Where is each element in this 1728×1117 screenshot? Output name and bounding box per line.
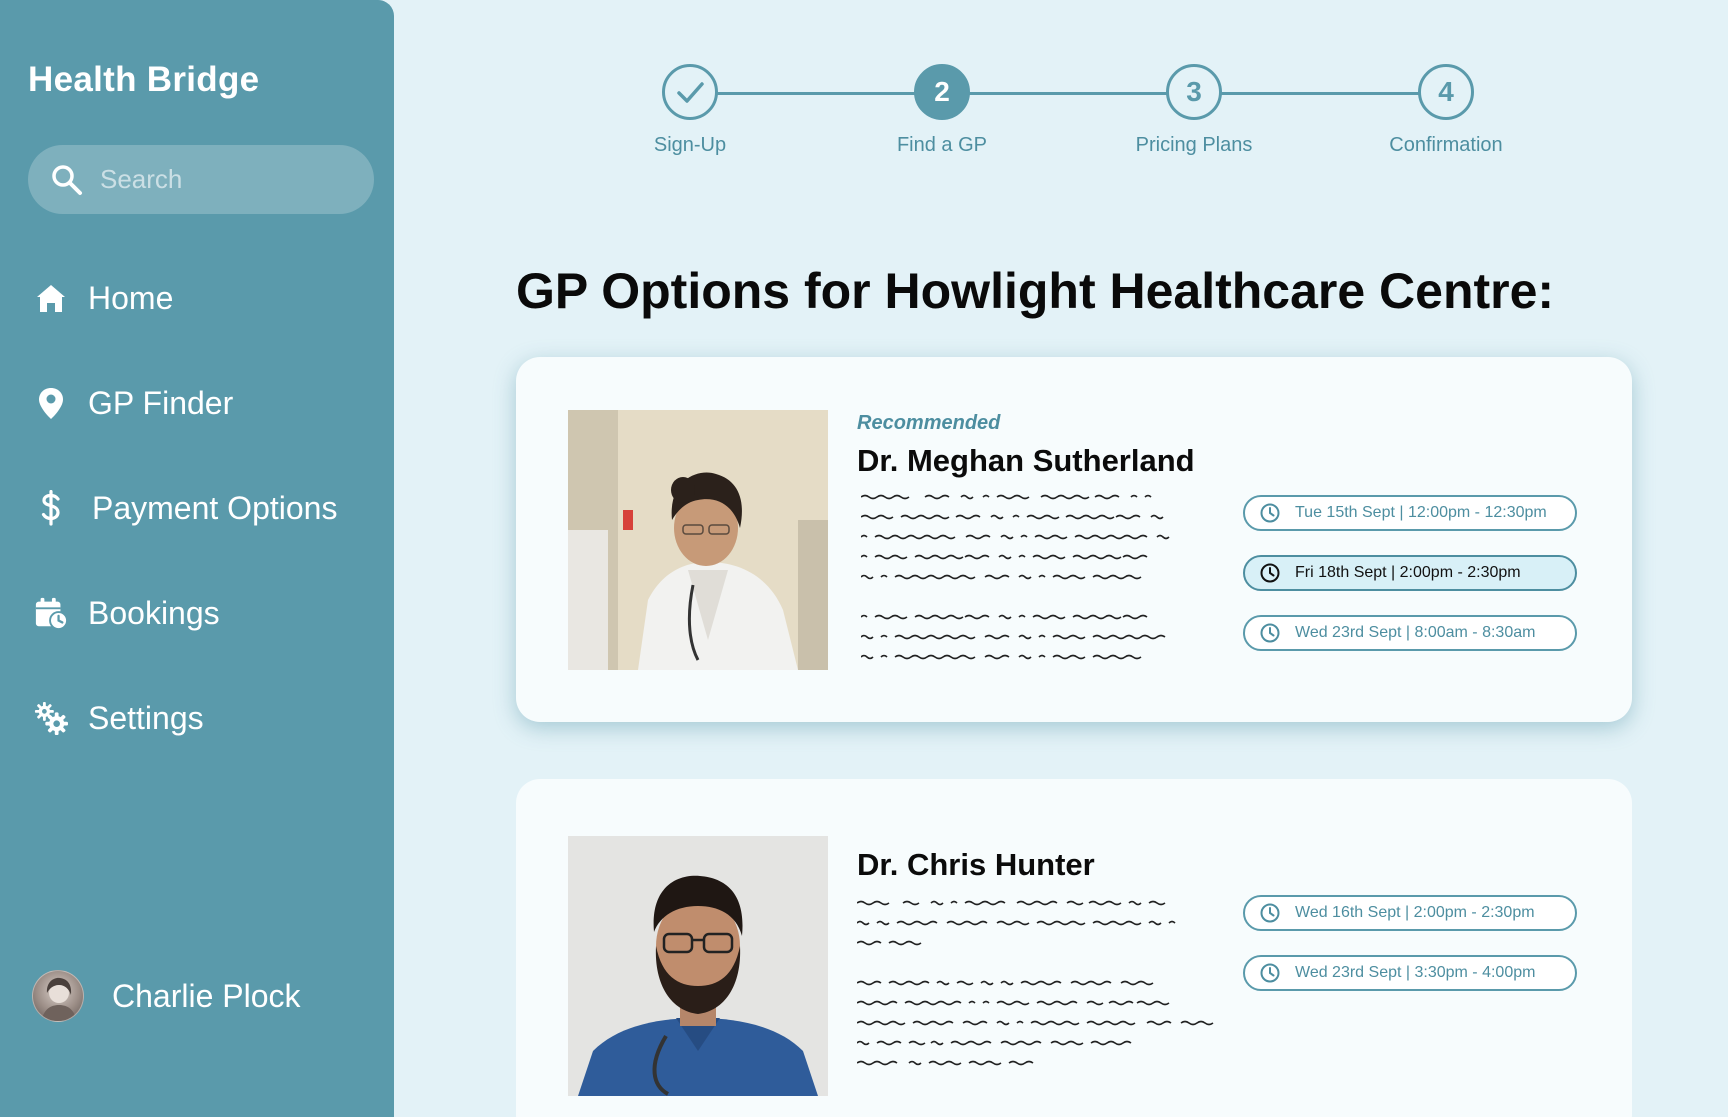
search-bar[interactable] — [28, 145, 374, 214]
gp-name: Dr. Meghan Sutherland — [857, 443, 1195, 478]
search-icon — [52, 164, 82, 195]
map-pin-icon — [34, 386, 68, 420]
gp-card: Dr. Chris Hunter Wed 16th Sept | 2:00pm … — [516, 779, 1632, 1117]
calendar-clock-icon — [34, 596, 68, 630]
gp-bio-scribble — [861, 494, 1170, 660]
gears-icon — [34, 701, 68, 735]
clock-icon — [1260, 903, 1280, 923]
appointment-slot-selected[interactable]: Fri 18th Sept | 2:00pm - 2:30pm — [1243, 555, 1577, 591]
gp-photo — [568, 836, 828, 1096]
sidebar: Health Bridge Home GP Finder Payment Opt… — [0, 0, 394, 1117]
appointment-slots: Wed 16th Sept | 2:00pm - 2:30pm Wed 23rd… — [1243, 895, 1577, 1015]
step-label: Pricing Plans — [1135, 134, 1253, 156]
step-label: Sign-Up — [653, 134, 727, 156]
gp-photo — [568, 410, 828, 670]
clock-icon — [1260, 503, 1280, 523]
nav-label: GP Finder — [88, 384, 234, 421]
gp-card: Recommended Dr. Meghan Sutherland Tue 15… — [516, 357, 1632, 722]
user-name: Charlie Plock — [112, 977, 301, 1014]
step-find-a-gp[interactable]: 2 Find a GP — [862, 64, 1022, 157]
nav-label: Settings — [88, 699, 204, 736]
step-circle — [662, 64, 718, 120]
nav-label: Payment Options — [92, 489, 338, 526]
gp-name: Dr. Chris Hunter — [857, 847, 1095, 882]
nav-item-payment-options[interactable]: Payment Options — [34, 483, 337, 533]
user-profile[interactable]: Charlie Plock — [32, 970, 301, 1022]
slot-label: Wed 16th Sept | 2:00pm - 2:30pm — [1295, 904, 1535, 921]
recommended-badge: Recommended — [857, 412, 1001, 434]
appointment-slot[interactable]: Wed 23rd Sept | 3:30pm - 4:00pm — [1243, 955, 1577, 991]
slot-label: Wed 23rd Sept | 3:30pm - 4:00pm — [1295, 964, 1536, 981]
page-title: GP Options for Howlight Healthcare Centr… — [516, 263, 1555, 319]
step-circle: 4 — [1418, 64, 1474, 120]
search-input[interactable] — [100, 164, 340, 195]
stepper-track — [690, 92, 1462, 95]
step-confirmation[interactable]: 4 Confirmation — [1366, 64, 1526, 157]
appointment-slot[interactable]: Wed 23rd Sept | 8:00am - 8:30am — [1243, 615, 1577, 651]
avatar — [32, 970, 84, 1022]
nav-label: Home — [88, 279, 174, 316]
slot-label: Tue 15th Sept | 12:00pm - 12:30pm — [1295, 504, 1547, 521]
checkmark-icon — [677, 82, 704, 103]
home-icon — [34, 281, 68, 315]
dollar-icon — [34, 490, 68, 526]
nav-label: Bookings — [88, 594, 220, 631]
nav-item-gp-finder[interactable]: GP Finder — [34, 378, 233, 428]
appointment-slots: Tue 15th Sept | 12:00pm - 12:30pm Fri 18… — [1243, 495, 1577, 675]
appointment-slot[interactable]: Wed 16th Sept | 2:00pm - 2:30pm — [1243, 895, 1577, 931]
step-label: Confirmation — [1389, 134, 1503, 156]
slot-label: Fri 18th Sept | 2:00pm - 2:30pm — [1295, 564, 1521, 581]
clock-icon — [1260, 563, 1280, 583]
progress-stepper: Sign-Up 2 Find a GP 3 Pricing Plans 4 Co… — [600, 64, 1580, 174]
clock-icon — [1260, 623, 1280, 643]
nav-item-settings[interactable]: Settings — [34, 693, 204, 743]
step-pricing-plans[interactable]: 3 Pricing Plans — [1114, 64, 1274, 157]
nav-item-home[interactable]: Home — [34, 273, 173, 323]
step-circle: 2 — [914, 64, 970, 120]
step-circle: 3 — [1166, 64, 1222, 120]
gp-bio-scribble — [857, 900, 1214, 1066]
step-sign-up[interactable]: Sign-Up — [610, 64, 770, 157]
clock-icon — [1260, 963, 1280, 983]
step-label: Find a GP — [896, 134, 988, 156]
slot-label: Wed 23rd Sept | 8:00am - 8:30am — [1295, 624, 1536, 641]
brand-title: Health Bridge — [28, 60, 260, 99]
nav-item-bookings[interactable]: Bookings — [34, 588, 220, 638]
appointment-slot[interactable]: Tue 15th Sept | 12:00pm - 12:30pm — [1243, 495, 1577, 531]
